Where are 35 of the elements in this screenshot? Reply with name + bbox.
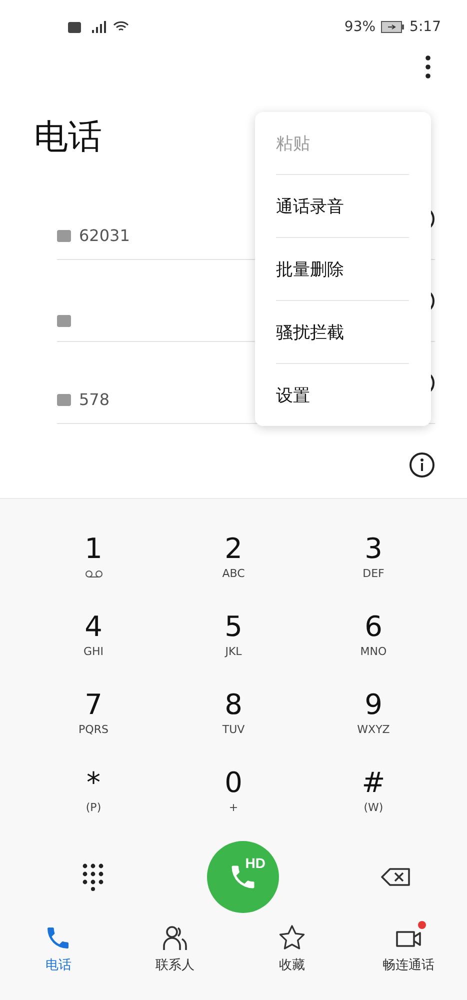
battery-icon [380,21,405,33]
dial-key[interactable]: 2 ABC [164,531,304,593]
menu-item[interactable]: 设置 [276,364,409,426]
nav-tab[interactable]: 电话 [0,923,117,993]
nav-tab[interactable]: 联系人 [116,923,234,993]
backspace-icon[interactable] [381,868,411,886]
voicemail-icon [84,570,102,578]
page-title: 电话 [34,116,102,159]
nav-tab[interactable]: 收藏 [234,923,350,993]
nav-tab[interactable]: 畅连通话 [350,923,467,993]
contacts-icon [161,924,190,952]
hd-icon [68,22,81,32]
dial-key[interactable]: 9 WXYZ [304,687,444,749]
info-icon[interactable] [409,452,435,478]
wifi-icon [113,21,129,33]
dial-key[interactable]: 8 TUV [164,687,304,749]
battery-percent: 93% [344,19,376,35]
menu-item[interactable]: 通话录音 [276,175,409,238]
phone-number: 62031 [79,226,130,245]
dial-key[interactable]: 4 GHI [24,609,164,671]
dial-key[interactable]: 7 PQRS [24,687,164,749]
dial-key[interactable]: 5 JKL [164,609,304,671]
menu-item[interactable]: 批量删除 [276,238,409,301]
more-icon[interactable] [425,55,431,79]
dialpad-icon[interactable] [82,863,104,891]
dial-key[interactable]: 1 [24,531,164,593]
dial-key[interactable]: 0 + [164,765,304,827]
dial-key[interactable]: 6 MNO [304,609,444,671]
star-icon [278,924,306,952]
phone-number: 578 [79,390,110,409]
clock-time: 5:17 [410,19,441,35]
dial-key[interactable]: * (P) [24,765,164,827]
dial-key[interactable]: 3 DEF [304,531,444,593]
dial-key[interactable]: # (W) [304,765,444,827]
menu-item[interactable]: 骚扰拦截 [276,301,409,364]
